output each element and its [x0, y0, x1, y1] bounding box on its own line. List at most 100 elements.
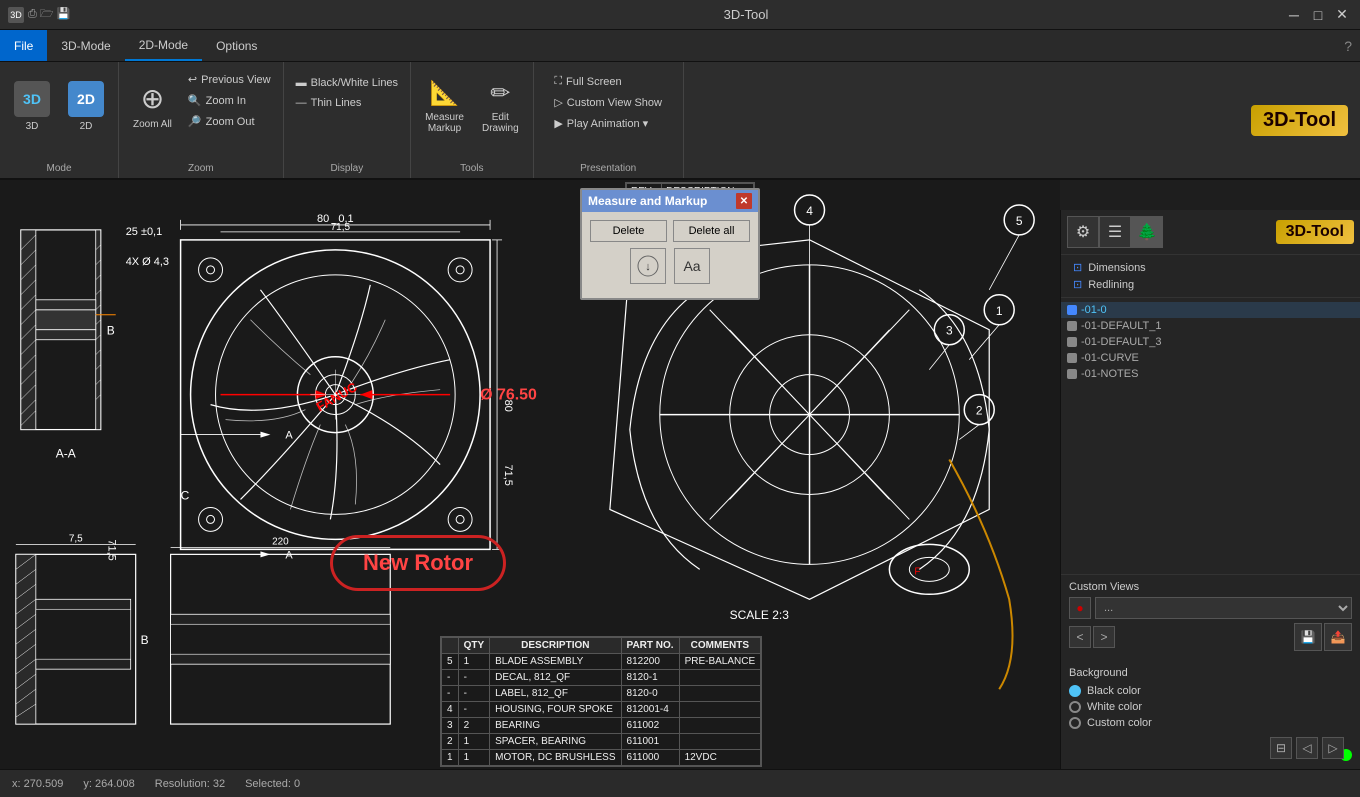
layer-item-3[interactable]: -01-CURVE	[1061, 350, 1360, 366]
zoom-out-label: Zoom Out	[206, 116, 255, 128]
minimize-button[interactable]: ─	[1284, 5, 1304, 25]
cv-next-button[interactable]: >	[1093, 626, 1115, 648]
thin-lines-button[interactable]: — Thin Lines	[290, 94, 404, 112]
dimensions-label: Dimensions	[1088, 262, 1145, 274]
nav-right-button[interactable]: ▷	[1322, 737, 1344, 759]
right-panel-logo: 3D-Tool	[1276, 220, 1354, 244]
layer-item-1[interactable]: -01-DEFAULT_1	[1061, 318, 1360, 334]
layer-id: -01-NOTES	[1081, 368, 1138, 380]
bg-white-radio[interactable]	[1069, 701, 1081, 713]
custom-views-dropdown[interactable]: ...	[1095, 597, 1352, 619]
rp-tree-button[interactable]: 🌲	[1131, 216, 1163, 248]
thin-lines-label: Thin Lines	[311, 97, 362, 109]
layer-id: -01-DEFAULT_1	[1081, 320, 1162, 332]
bg-white-option[interactable]: White color	[1069, 701, 1352, 713]
svg-text:Ø 76.50: Ø 76.50	[480, 387, 537, 404]
zoom-in-button[interactable]: 🔍 Zoom In	[182, 91, 277, 110]
bg-black-radio[interactable]	[1069, 685, 1081, 697]
maximize-button[interactable]: □	[1308, 5, 1328, 25]
mode-2d-button[interactable]: 2D 2D	[60, 66, 112, 146]
ribbon-group-zoom: ⊕ Zoom All ↩ Previous View 🔍 Zoom In 🔎 Z…	[119, 62, 284, 178]
zoom-in-icon: 🔍	[188, 94, 202, 107]
bg-custom-option[interactable]: Custom color	[1069, 717, 1352, 729]
svg-text:B: B	[141, 633, 149, 647]
redlining-icon: ⊡	[1073, 278, 1082, 291]
zoom-all-button[interactable]: ⊕ Zoom All	[125, 66, 180, 146]
full-screen-label: Full Screen	[566, 76, 622, 88]
menu-3dmode[interactable]: 3D-Mode	[47, 30, 124, 61]
custom-view-icon: ▷	[554, 96, 562, 109]
markup-text-button[interactable]: Aa	[674, 248, 710, 284]
coord-y: y: 264.008	[83, 778, 134, 790]
prev-view-icon: ↩	[188, 73, 197, 86]
selected: Selected: 0	[245, 778, 300, 790]
window-controls[interactable]: ─ □ ✕	[1284, 5, 1352, 25]
app-icon: 3D	[8, 7, 24, 23]
2d-label: 2D	[80, 121, 93, 132]
bg-black-option[interactable]: Black color	[1069, 685, 1352, 697]
bg-black-label: Black color	[1087, 685, 1141, 697]
drawing-area[interactable]: Measure and Markup ✕ Delete Delete all ↓	[0, 180, 1060, 769]
bg-custom-radio[interactable]	[1069, 717, 1081, 729]
play-animation-label: Play Animation ▾	[567, 117, 648, 130]
3d-label: 3D	[26, 121, 39, 132]
layer-item-2[interactable]: -01-DEFAULT_3	[1061, 334, 1360, 350]
mode-3d-button[interactable]: 3D 3D	[6, 66, 58, 146]
menu-options[interactable]: Options	[202, 30, 271, 61]
cv-record-button[interactable]: ●	[1069, 597, 1091, 619]
close-button[interactable]: ✕	[1332, 5, 1352, 25]
layer-color-dot	[1067, 353, 1077, 363]
redlining-item[interactable]: ⊡ Redlining	[1069, 276, 1352, 293]
full-screen-icon: ⛶	[554, 75, 562, 88]
markup-arrow-button[interactable]: ↓	[630, 248, 666, 284]
delete-all-button[interactable]: Delete all	[673, 220, 750, 242]
cv-prev-button[interactable]: <	[1069, 626, 1091, 648]
dimensions-item[interactable]: ⊡ Dimensions	[1069, 259, 1352, 276]
full-screen-button[interactable]: ⛶ Full Screen	[548, 72, 668, 91]
black-white-lines-button[interactable]: ▬ Black/White Lines	[290, 74, 404, 92]
menu-2dmode[interactable]: 2D-Mode	[125, 30, 202, 61]
bg-white-label: White color	[1087, 701, 1142, 713]
dialog-titlebar: Measure and Markup ✕	[582, 190, 758, 212]
layer-id: -01-CURVE	[1081, 352, 1139, 364]
layer-item-4[interactable]: -01-NOTES	[1061, 366, 1360, 382]
zoom-fit-button[interactable]: ⊟	[1270, 737, 1292, 759]
layer-color-dot	[1067, 321, 1077, 331]
layer-color-dot	[1067, 305, 1077, 315]
delete-button[interactable]: Delete	[590, 220, 667, 242]
measure-markup-button[interactable]: 📐 MeasureMarkup	[417, 66, 472, 146]
svg-text:25 ±0,1: 25 ±0,1	[126, 226, 163, 238]
bom-row: -- LABEL, 812_QF8120-0	[442, 686, 761, 702]
rp-layers-button[interactable]: ☰	[1099, 216, 1131, 248]
logo-text: 3D-Tool	[1251, 105, 1348, 136]
svg-text:71,5: 71,5	[502, 465, 514, 486]
bw-lines-icon: ▬	[296, 77, 307, 89]
svg-text:2: 2	[976, 404, 983, 418]
redlining-label: Redlining	[1088, 279, 1134, 291]
custom-view-show-button[interactable]: ▷ Custom View Show	[548, 93, 668, 112]
cv-save-button[interactable]: 💾	[1294, 623, 1322, 651]
rp-gear-button[interactable]: ⚙	[1067, 216, 1099, 248]
zoom-out-button[interactable]: 🔎 Zoom Out	[182, 112, 277, 131]
cv-export-button[interactable]: 📤	[1324, 623, 1352, 651]
bom-row: 32 BEARING611002	[442, 718, 761, 734]
zoom-all-icon: ⊕	[141, 82, 164, 115]
measure-markup-label: MeasureMarkup	[425, 112, 464, 134]
zoom-group-label: Zoom	[188, 159, 214, 174]
help-btn[interactable]: ?	[1336, 30, 1360, 61]
nav-left-button[interactable]: ◁	[1296, 737, 1318, 759]
dialog-close-button[interactable]: ✕	[736, 193, 752, 209]
previous-view-button[interactable]: ↩ Previous View	[182, 70, 277, 89]
custom-views-label: Custom Views	[1069, 581, 1352, 593]
menu-file[interactable]: File	[0, 30, 47, 61]
svg-text:C: C	[181, 488, 190, 502]
edit-drawing-button[interactable]: ✏ EditDrawing	[474, 66, 527, 146]
bg-custom-label: Custom color	[1087, 717, 1152, 729]
play-animation-button[interactable]: ▶ Play Animation ▾	[548, 114, 668, 133]
coord-x: x: 270.509	[12, 778, 63, 790]
svg-text:1: 1	[996, 304, 1003, 318]
layer-list: -01-0 -01-DEFAULT_1 -01-DEFAULT_3 -01-CU…	[1061, 298, 1360, 574]
right-panel: ⚙ ☰ 🌲 3D-Tool ⊡ Dimensions ⊡ Redlining -…	[1060, 210, 1360, 769]
quick-access: ⎙ 🗁 💾	[28, 5, 70, 24]
layer-item-0[interactable]: -01-0	[1061, 302, 1360, 318]
